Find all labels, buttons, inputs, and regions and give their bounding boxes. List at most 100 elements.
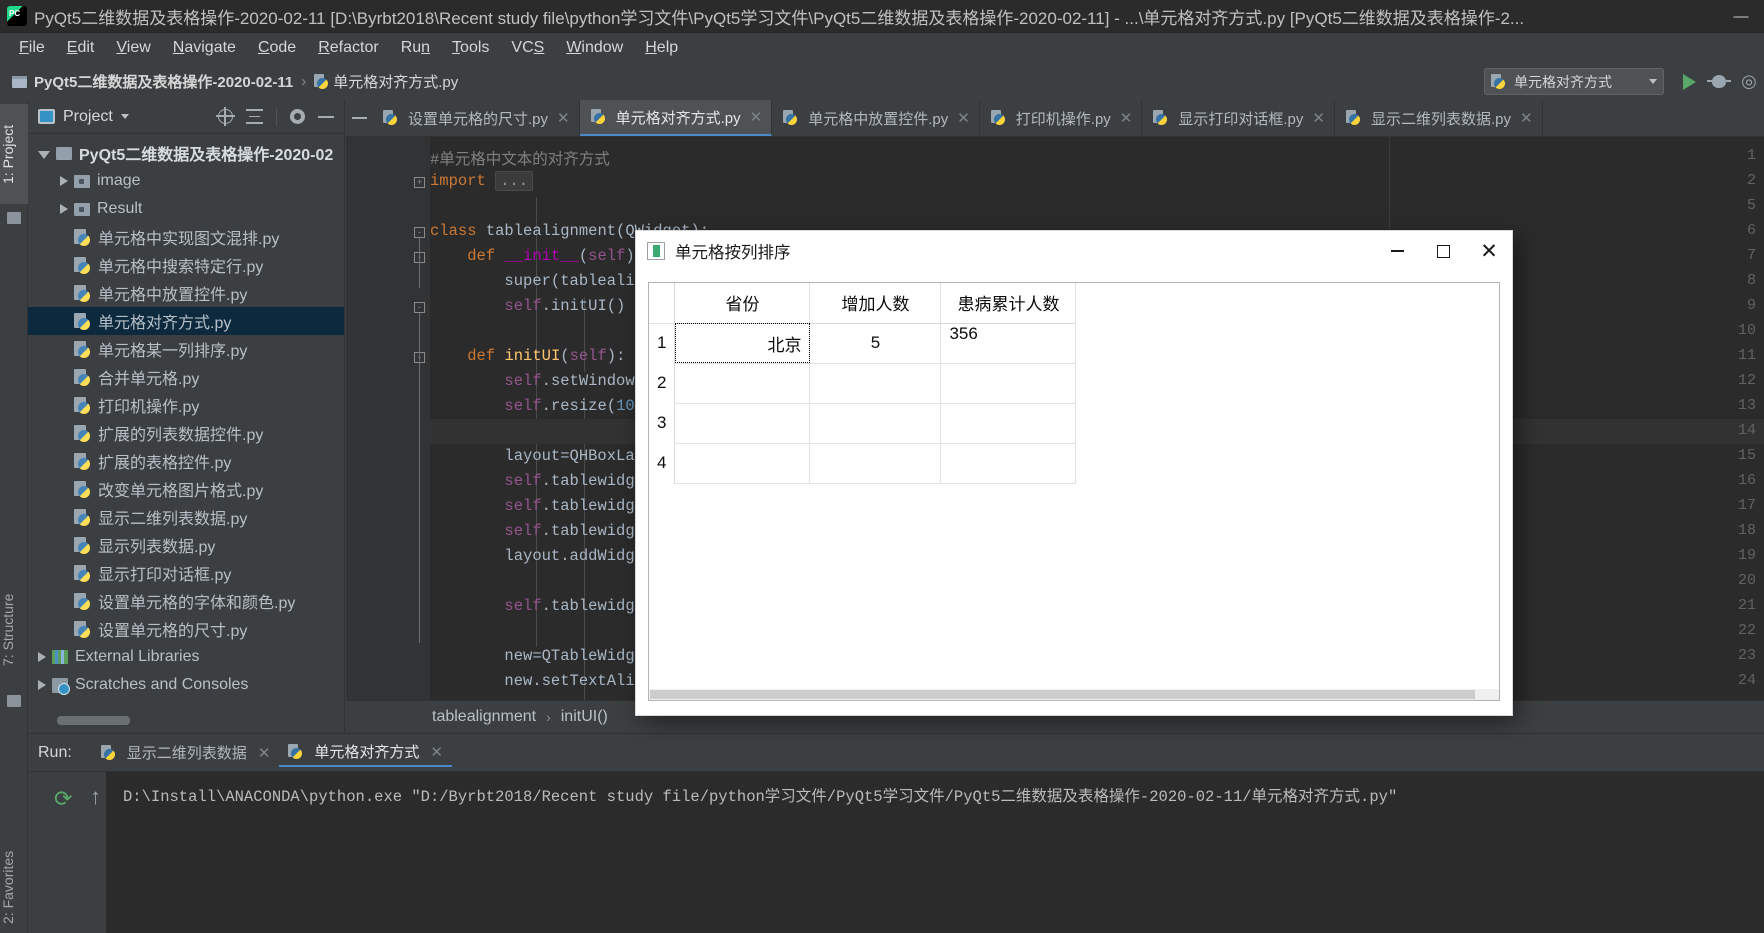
editor-tab[interactable]: 单元格中放置控件.py ✕ xyxy=(772,100,980,136)
table-cell[interactable] xyxy=(674,363,811,404)
dialog-minimize-button[interactable] xyxy=(1374,231,1420,271)
project-tree-item[interactable]: 单元格中搜索特定行.py xyxy=(28,251,344,279)
menu-window[interactable]: Window xyxy=(555,36,634,60)
table-cell[interactable] xyxy=(809,443,942,484)
run-console[interactable]: ⟳ ↑ D:\Install\ANACONDA\python.exe "D:/B… xyxy=(28,771,1764,933)
table-cell[interactable] xyxy=(674,443,811,484)
table-cell[interactable]: 356 xyxy=(940,323,1077,364)
close-icon[interactable]: ✕ xyxy=(1520,109,1533,127)
code-fold-toggle[interactable]: + xyxy=(414,177,425,188)
breadcrumb-project[interactable]: PyQt5二维数据及表格操作-2020-02-11 xyxy=(34,71,293,92)
project-tree-item[interactable]: 打印机操作.py xyxy=(28,391,344,419)
close-icon[interactable]: ✕ xyxy=(957,109,970,127)
minimize-icon[interactable] xyxy=(318,115,334,118)
table-cell[interactable] xyxy=(940,363,1077,404)
code-fold-toggle[interactable]: - xyxy=(414,227,425,238)
table-row-header[interactable]: 3 xyxy=(649,403,676,443)
dialog-maximize-button[interactable] xyxy=(1420,231,1466,271)
data-table[interactable]: 省份 增加人数 患病累计人数 1 北京 5 356 2 3 4 xyxy=(649,283,1077,484)
table-row-header[interactable]: 1 xyxy=(649,323,676,363)
project-tree-item[interactable]: 显示列表数据.py xyxy=(28,531,344,559)
run-tab[interactable]: 显示二维列表数据 ✕ xyxy=(92,739,280,766)
more-button[interactable]: ◎ xyxy=(1734,67,1764,97)
editor-collapse-button[interactable] xyxy=(346,100,372,136)
scrollbar-thumb[interactable] xyxy=(650,690,1475,699)
table-column-header[interactable]: 增加人数 xyxy=(809,283,942,324)
table-cell[interactable] xyxy=(674,403,811,444)
menu-edit[interactable]: Edit xyxy=(56,36,106,60)
table-widget[interactable]: 省份 增加人数 患病累计人数 1 北京 5 356 2 3 4 xyxy=(648,282,1500,701)
table-cell[interactable]: 5 xyxy=(809,323,942,364)
table-cell[interactable] xyxy=(809,363,942,404)
editor-tab[interactable]: 显示二维列表数据.py ✕ xyxy=(1335,100,1543,136)
table-column-header[interactable]: 患病累计人数 xyxy=(940,283,1077,324)
table-row-header[interactable]: 4 xyxy=(649,443,676,483)
menu-refactor[interactable]: Refactor xyxy=(307,36,389,60)
close-icon[interactable]: ✕ xyxy=(1312,109,1325,127)
menu-run[interactable]: Run xyxy=(390,36,441,60)
editor-tab[interactable]: 打印机操作.py ✕ xyxy=(980,100,1143,136)
table-row-header[interactable]: 2 xyxy=(649,363,676,403)
qt-dialog-window[interactable]: 单元格按列排序 ✕ 省份 增加人数 患病累计人数 1 北京 5 356 2 3 4 xyxy=(636,231,1512,715)
project-view-chevron-down-icon[interactable] xyxy=(120,114,129,119)
close-icon[interactable]: ✕ xyxy=(430,743,443,761)
project-tree-item[interactable]: 单元格对齐方式.py xyxy=(28,307,344,335)
menu-vcs[interactable]: VCS xyxy=(500,36,555,60)
project-tree-item[interactable]: image xyxy=(28,167,344,195)
project-horizontal-scrollbar[interactable] xyxy=(57,716,130,725)
project-tree-item[interactable]: Result xyxy=(28,195,344,223)
run-configuration-selector[interactable]: 单元格对齐方式 xyxy=(1484,68,1664,95)
table-row[interactable]: 1 北京 5 356 xyxy=(649,323,1077,364)
table-corner-header[interactable] xyxy=(649,283,676,324)
run-tab[interactable]: 单元格对齐方式 ✕ xyxy=(279,738,452,767)
table-row[interactable]: 3 xyxy=(649,403,1077,444)
sidebar-tab-structure[interactable]: 7: Structure xyxy=(0,570,28,690)
close-icon[interactable]: ✕ xyxy=(557,109,570,127)
menu-help[interactable]: Help xyxy=(634,36,689,60)
project-tree-item[interactable]: External Libraries xyxy=(28,643,344,671)
menu-file[interactable]: File xyxy=(8,36,56,60)
project-tree-item[interactable]: 改变单元格图片格式.py xyxy=(28,475,344,503)
project-tree-item[interactable]: 扩展的表格控件.py xyxy=(28,447,344,475)
editor-tab[interactable]: 单元格对齐方式.py ✕ xyxy=(579,100,773,136)
menu-tools[interactable]: Tools xyxy=(441,36,500,60)
project-tree-item[interactable]: 单元格中放置控件.py xyxy=(28,279,344,307)
project-tree-item[interactable]: 显示二维列表数据.py xyxy=(28,503,344,531)
scroll-up-icon[interactable]: ↑ xyxy=(90,784,101,810)
collapse-all-icon[interactable] xyxy=(246,109,263,124)
table-row[interactable]: 4 xyxy=(649,443,1077,484)
menu-code[interactable]: Code xyxy=(247,36,307,60)
project-tree-item[interactable]: 设置单元格的尺寸.py xyxy=(28,615,344,643)
code-fold-toggle[interactable]: - xyxy=(414,302,425,313)
project-tree-item[interactable]: Scratches and Consoles xyxy=(28,671,344,699)
ide-minimize-button[interactable]: — xyxy=(1718,0,1764,33)
sidebar-tab-favorites[interactable]: 2: Favorites xyxy=(0,830,28,933)
close-icon[interactable]: ✕ xyxy=(750,108,763,126)
menu-view[interactable]: View xyxy=(105,36,161,60)
project-tree-item[interactable]: 合并单元格.py xyxy=(28,363,344,391)
sidebar-tab-project[interactable]: 1: Project xyxy=(0,104,28,204)
table-cell[interactable] xyxy=(940,443,1077,484)
breadcrumb-file[interactable]: 单元格对齐方式.py xyxy=(314,71,458,92)
project-tree-item[interactable]: 扩展的列表数据控件.py xyxy=(28,419,344,447)
editor-tab[interactable]: 显示打印对话框.py ✕ xyxy=(1142,100,1335,136)
dialog-close-button[interactable]: ✕ xyxy=(1466,231,1512,271)
table-cell[interactable] xyxy=(940,403,1077,444)
rerun-icon[interactable]: ⟳ xyxy=(54,786,72,812)
table-horizontal-scrollbar[interactable] xyxy=(649,689,1499,700)
project-tree-item[interactable]: 单元格某一列排序.py xyxy=(28,335,344,363)
table-cell[interactable]: 北京 xyxy=(674,323,811,364)
locate-icon[interactable] xyxy=(216,107,235,126)
editor-tab[interactable]: 设置单元格的尺寸.py ✕ xyxy=(372,100,580,136)
breadcrumb-method[interactable]: initUI() xyxy=(561,708,608,726)
project-tree-item[interactable]: 显示打印对话框.py xyxy=(28,559,344,587)
close-icon[interactable]: ✕ xyxy=(1120,109,1133,127)
table-cell[interactable] xyxy=(809,403,942,444)
project-tree-item[interactable]: 单元格中实现图文混排.py xyxy=(28,223,344,251)
project-tree-item[interactable]: PyQt5二维数据及表格操作-2020-02 xyxy=(28,139,344,167)
table-column-header[interactable]: 省份 xyxy=(674,283,811,324)
breadcrumb-class[interactable]: tablealignment xyxy=(432,708,536,726)
debug-button[interactable] xyxy=(1704,67,1734,97)
menu-navigate[interactable]: Navigate xyxy=(162,36,247,60)
gear-icon[interactable] xyxy=(290,109,305,124)
